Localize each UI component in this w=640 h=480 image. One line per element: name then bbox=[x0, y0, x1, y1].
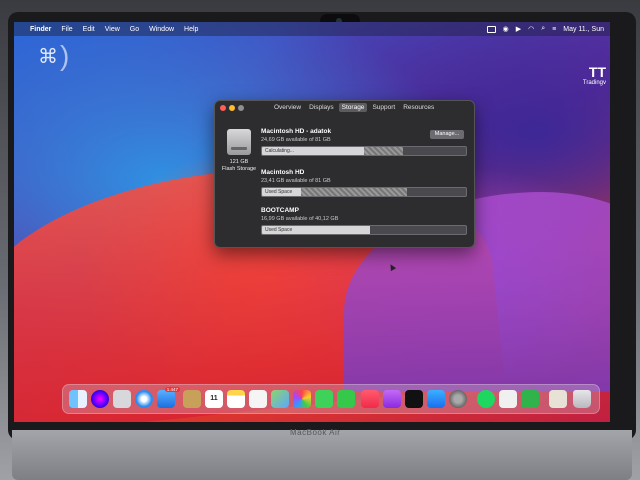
photos-icon[interactable] bbox=[293, 390, 311, 408]
zoom-button[interactable] bbox=[238, 105, 244, 111]
maps-icon[interactable] bbox=[271, 390, 289, 408]
notes-icon[interactable] bbox=[227, 390, 245, 408]
menu-extras: ◉ ▶ ◠ ⌕ ≡ May 11., Sun bbox=[486, 22, 604, 36]
disk-capacity: 121 GB Flash Storage bbox=[219, 159, 259, 173]
wifi-icon[interactable]: ◠ bbox=[528, 25, 534, 33]
numbers-icon[interactable] bbox=[521, 390, 539, 408]
laptop-frame: MacBook Air Finder File Edit View Go Win… bbox=[0, 0, 640, 480]
storage-bar: Used Space bbox=[261, 225, 467, 235]
contacts-icon[interactable] bbox=[183, 390, 201, 408]
spotify-icon[interactable] bbox=[477, 390, 495, 408]
menu-window[interactable]: Window bbox=[149, 26, 174, 33]
menu-bar: Finder File Edit View Go Window Help ◉ ▶… bbox=[14, 22, 610, 36]
calendar-icon[interactable]: 11 bbox=[205, 390, 223, 408]
mail-icon[interactable]: 1.447 bbox=[157, 387, 180, 408]
reminders-icon[interactable] bbox=[249, 390, 267, 408]
menu-clock[interactable]: May 11., Sun bbox=[563, 26, 604, 33]
trash-icon[interactable] bbox=[573, 390, 591, 408]
command-key-icon: ⌘ bbox=[38, 46, 58, 68]
desktop-screen: Finder File Edit View Go Window Help ◉ ▶… bbox=[14, 22, 610, 422]
other-space-fill bbox=[300, 188, 407, 196]
mail-badge: 1.447 bbox=[164, 387, 180, 392]
play-icon[interactable]: ▶ bbox=[516, 25, 521, 33]
safari-icon[interactable] bbox=[135, 390, 153, 408]
storage-bar-label: Calculating... bbox=[265, 148, 294, 154]
trading-widget[interactable]: TT Tradingv bbox=[583, 64, 606, 86]
tab-displays[interactable]: Displays bbox=[306, 103, 337, 112]
storage-bar: Used Space bbox=[261, 187, 467, 197]
menu-go[interactable]: Go bbox=[130, 26, 139, 33]
launchpad-icon[interactable] bbox=[113, 390, 131, 408]
storage-bar-label: Used Space bbox=[265, 227, 293, 233]
volume-title: Macintosh HD - adatok bbox=[261, 128, 332, 135]
tab-support[interactable]: Support bbox=[369, 103, 398, 112]
downloads-folder-icon[interactable] bbox=[549, 390, 567, 408]
apple-tv-icon[interactable] bbox=[405, 390, 423, 408]
podcasts-icon[interactable] bbox=[383, 390, 401, 408]
system-preferences-icon[interactable] bbox=[449, 390, 467, 408]
storage-bar-label: Used Space bbox=[265, 189, 293, 195]
tab-bar: Overview Displays Storage Support Resour… bbox=[271, 103, 437, 112]
bracket-icon: ) bbox=[60, 40, 70, 71]
trading-widget-title: TT bbox=[588, 64, 606, 80]
menu-edit[interactable]: Edit bbox=[83, 26, 95, 33]
dock: 1.447 11 bbox=[62, 384, 600, 414]
volume-availability: 16,99 GB available of 40,12 GB bbox=[261, 216, 339, 222]
control-center-icon[interactable]: ≡ bbox=[552, 26, 556, 33]
about-this-mac-window: Overview Displays Storage Support Resour… bbox=[214, 100, 475, 248]
tab-storage[interactable]: Storage bbox=[338, 103, 368, 112]
volume-title: Macintosh HD bbox=[261, 169, 305, 176]
disk-type-label: Flash Storage bbox=[221, 166, 257, 172]
menu-view[interactable]: View bbox=[105, 26, 120, 33]
menu-finder[interactable]: Finder bbox=[30, 26, 51, 33]
app-store-icon[interactable] bbox=[427, 390, 445, 408]
music-icon[interactable] bbox=[361, 390, 379, 408]
facetime-icon[interactable] bbox=[337, 390, 355, 408]
manage-button[interactable]: Manage... bbox=[430, 130, 464, 139]
disk-size-label: 121 GB bbox=[229, 159, 249, 165]
tab-overview[interactable]: Overview bbox=[271, 103, 304, 112]
messages-icon[interactable] bbox=[315, 390, 333, 408]
window-titlebar: Overview Displays Storage Support Resour… bbox=[215, 101, 474, 115]
battery-icon[interactable] bbox=[486, 25, 496, 33]
volume-availability: 24,69 GB available of 81 GB bbox=[261, 137, 331, 143]
search-icon[interactable]: ⌕ bbox=[541, 25, 545, 33]
hard-drive-icon bbox=[227, 129, 251, 155]
menu-file[interactable]: File bbox=[61, 26, 72, 33]
volume-availability: 23,41 GB available of 81 GB bbox=[261, 178, 331, 184]
siri-icon[interactable] bbox=[91, 390, 109, 408]
finder-icon[interactable] bbox=[69, 390, 87, 408]
airdrop-icon[interactable]: ◉ bbox=[503, 25, 509, 33]
close-button[interactable] bbox=[220, 105, 226, 111]
menu-help[interactable]: Help bbox=[184, 26, 198, 33]
volume-title: BOOTCAMP bbox=[261, 207, 299, 214]
tab-resources[interactable]: Resources bbox=[400, 103, 437, 112]
trading-widget-label: Tradingv bbox=[582, 80, 606, 86]
calendar-day: 11 bbox=[210, 395, 218, 402]
model-label: MacBook Air bbox=[290, 428, 341, 437]
textedit-icon[interactable] bbox=[499, 390, 517, 408]
storage-bar: Calculating... bbox=[261, 146, 467, 156]
other-space-fill bbox=[364, 147, 403, 155]
minimize-button[interactable] bbox=[229, 105, 235, 111]
laptop-chin bbox=[12, 430, 632, 480]
